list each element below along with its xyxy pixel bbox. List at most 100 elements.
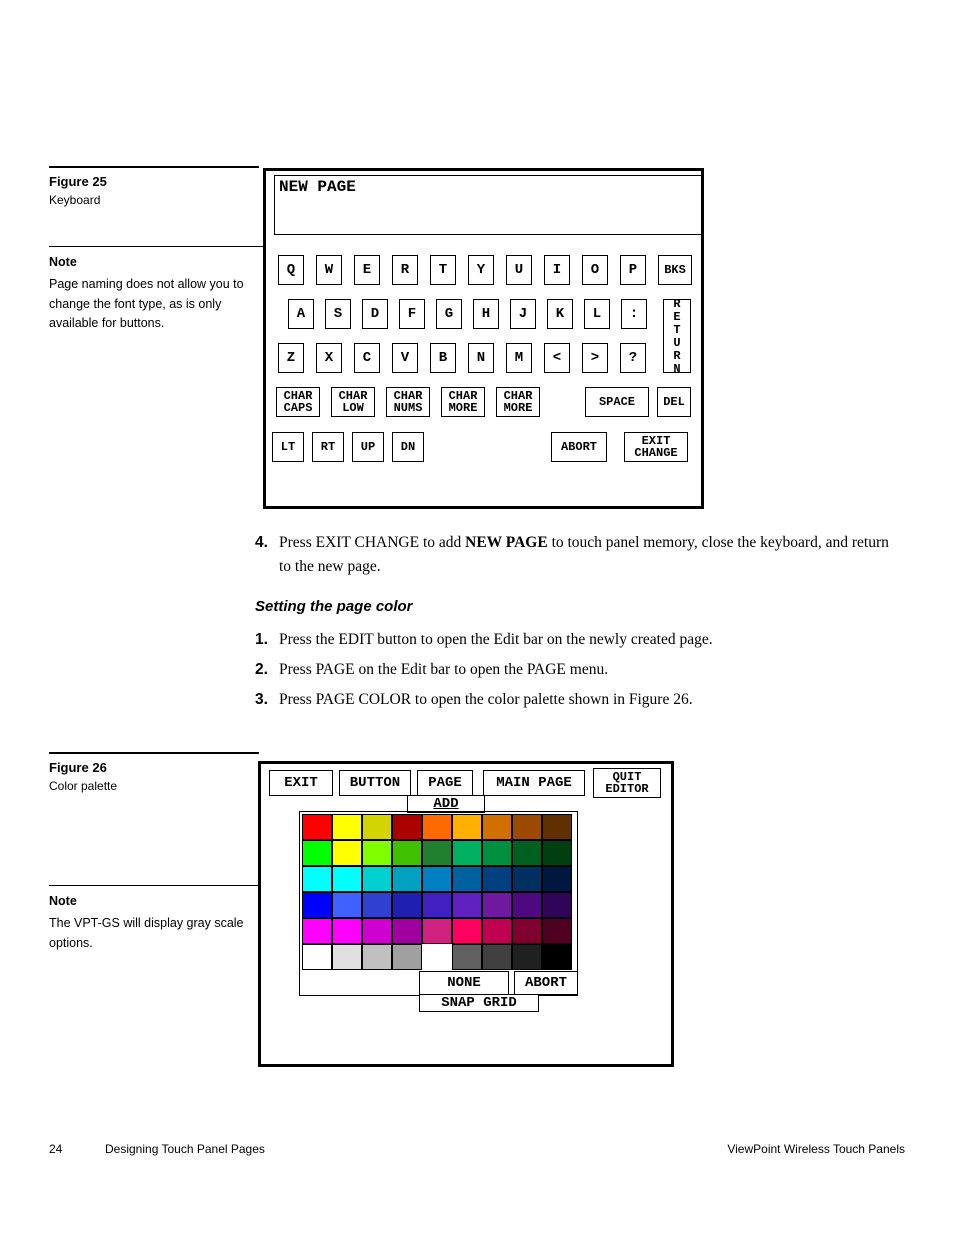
pal-exit[interactable]: EXIT xyxy=(269,770,333,796)
key-u[interactable]: U xyxy=(506,255,532,285)
color-swatch[interactable] xyxy=(512,892,542,918)
color-swatch[interactable] xyxy=(542,866,572,892)
key-j[interactable]: J xyxy=(510,299,536,329)
key-b[interactable]: B xyxy=(430,343,456,373)
color-swatch[interactable] xyxy=(392,840,422,866)
key-m[interactable]: M xyxy=(506,343,532,373)
color-swatch[interactable] xyxy=(452,814,482,840)
color-swatch[interactable] xyxy=(542,814,572,840)
color-swatch[interactable] xyxy=(542,918,572,944)
key-abort[interactable]: ABORT xyxy=(551,432,607,462)
color-swatch[interactable] xyxy=(482,892,512,918)
key-n[interactable]: N xyxy=(468,343,494,373)
color-swatch[interactable] xyxy=(422,918,452,944)
color-swatch[interactable] xyxy=(332,814,362,840)
color-swatch[interactable] xyxy=(482,866,512,892)
color-swatch[interactable] xyxy=(362,866,392,892)
color-swatch[interactable] xyxy=(482,918,512,944)
key-qmark[interactable]: ? xyxy=(620,343,646,373)
key-del[interactable]: DEL xyxy=(657,387,691,417)
key-g[interactable]: G xyxy=(436,299,462,329)
pal-abort[interactable]: ABORT xyxy=(514,971,578,995)
color-swatch[interactable] xyxy=(302,866,332,892)
key-rt[interactable]: RT xyxy=(312,432,344,462)
color-swatch[interactable] xyxy=(392,944,422,970)
key-dn[interactable]: DN xyxy=(392,432,424,462)
color-swatch[interactable] xyxy=(332,866,362,892)
key-o[interactable]: O xyxy=(582,255,608,285)
color-swatch[interactable] xyxy=(362,944,392,970)
key-t[interactable]: T xyxy=(430,255,456,285)
key-fn-0[interactable]: CHAR CAPS xyxy=(276,387,320,417)
key-return[interactable]: RETURN xyxy=(663,299,691,373)
key-p[interactable]: P xyxy=(620,255,646,285)
key-gt[interactable]: > xyxy=(582,343,608,373)
key-space[interactable]: SPACE xyxy=(585,387,649,417)
color-swatch[interactable] xyxy=(542,892,572,918)
key-exit-change[interactable]: EXIT CHANGE xyxy=(624,432,688,462)
pal-main[interactable]: MAIN PAGE xyxy=(483,770,585,796)
color-swatch[interactable] xyxy=(392,892,422,918)
key-k[interactable]: K xyxy=(547,299,573,329)
color-swatch[interactable] xyxy=(422,866,452,892)
color-swatch[interactable] xyxy=(302,814,332,840)
pal-quit[interactable]: QUIT EDITOR xyxy=(593,768,661,798)
color-swatch[interactable] xyxy=(482,814,512,840)
key-x[interactable]: X xyxy=(316,343,342,373)
key-fn-2[interactable]: CHAR NUMS xyxy=(386,387,430,417)
key-e[interactable]: E xyxy=(354,255,380,285)
key-s[interactable]: S xyxy=(325,299,351,329)
key-d[interactable]: D xyxy=(362,299,388,329)
key-fn-3[interactable]: CHAR MORE xyxy=(441,387,485,417)
color-swatch[interactable] xyxy=(302,840,332,866)
key-bks[interactable]: BKS xyxy=(658,255,692,285)
color-swatch[interactable] xyxy=(422,814,452,840)
color-swatch[interactable] xyxy=(392,918,422,944)
color-swatch[interactable] xyxy=(542,944,572,970)
color-swatch[interactable] xyxy=(512,944,542,970)
color-swatch[interactable] xyxy=(362,814,392,840)
color-swatch[interactable] xyxy=(482,840,512,866)
key-colon[interactable]: : xyxy=(621,299,647,329)
color-swatch[interactable] xyxy=(362,892,392,918)
color-swatch[interactable] xyxy=(512,866,542,892)
key-fn-1[interactable]: CHAR LOW xyxy=(331,387,375,417)
color-swatch[interactable] xyxy=(452,866,482,892)
color-swatch[interactable] xyxy=(302,918,332,944)
key-fn-4[interactable]: CHAR MORE xyxy=(496,387,540,417)
key-l[interactable]: L xyxy=(584,299,610,329)
color-swatch[interactable] xyxy=(512,814,542,840)
color-swatch[interactable] xyxy=(332,918,362,944)
color-swatch[interactable] xyxy=(362,840,392,866)
pal-snap-grid[interactable]: SNAP GRID xyxy=(419,994,539,1012)
color-swatch[interactable] xyxy=(452,892,482,918)
pal-none[interactable]: NONE xyxy=(419,971,509,995)
color-swatch[interactable] xyxy=(452,840,482,866)
keyboard-input[interactable]: NEW PAGE xyxy=(274,175,702,235)
key-w[interactable]: W xyxy=(316,255,342,285)
key-f[interactable]: F xyxy=(399,299,425,329)
color-swatch[interactable] xyxy=(452,944,482,970)
color-swatch[interactable] xyxy=(302,944,332,970)
color-swatch[interactable] xyxy=(482,944,512,970)
color-swatch[interactable] xyxy=(542,840,572,866)
key-y[interactable]: Y xyxy=(468,255,494,285)
key-c[interactable]: C xyxy=(354,343,380,373)
key-z[interactable]: Z xyxy=(278,343,304,373)
color-swatch[interactable] xyxy=(512,840,542,866)
key-a[interactable]: A xyxy=(288,299,314,329)
key-lt[interactable]: < xyxy=(544,343,570,373)
color-swatch[interactable] xyxy=(332,944,362,970)
key-r[interactable]: R xyxy=(392,255,418,285)
key-q[interactable]: Q xyxy=(278,255,304,285)
pal-page[interactable]: PAGE xyxy=(417,770,473,796)
pal-button[interactable]: BUTTON xyxy=(339,770,411,796)
color-swatch[interactable] xyxy=(512,918,542,944)
key-up[interactable]: UP xyxy=(352,432,384,462)
color-swatch[interactable] xyxy=(332,892,362,918)
color-swatch[interactable] xyxy=(422,840,452,866)
color-swatch[interactable] xyxy=(392,866,422,892)
color-swatch[interactable] xyxy=(302,892,332,918)
color-swatch[interactable] xyxy=(362,918,392,944)
color-swatch[interactable] xyxy=(332,840,362,866)
